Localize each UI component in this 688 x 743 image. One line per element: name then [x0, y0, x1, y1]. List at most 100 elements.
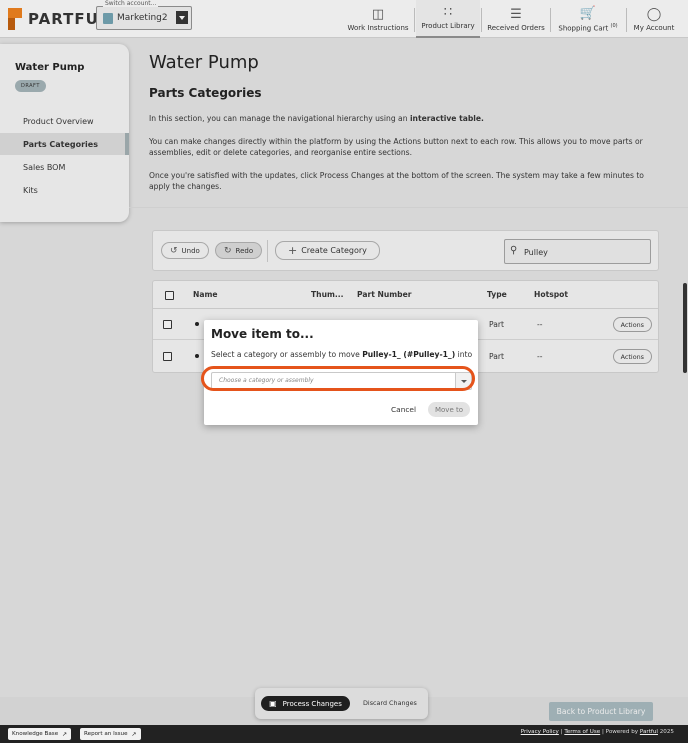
section-title: Parts Categories: [149, 86, 262, 100]
dialog-title: Move item to...: [211, 327, 314, 341]
brand-logo[interactable]: PARTFUL: [8, 7, 109, 30]
search-box[interactable]: ⚲: [504, 239, 651, 264]
discard-changes-button[interactable]: Discard Changes: [363, 699, 417, 707]
nav-received-orders[interactable]: ☰ Received Orders: [483, 0, 549, 38]
column-header-hotspot[interactable]: Hotspot: [534, 290, 568, 299]
monitor-icon: ◫: [371, 7, 385, 22]
terms-link[interactable]: Terms of Use: [564, 729, 600, 735]
search-input[interactable]: [524, 245, 644, 259]
row-type: Part: [489, 352, 504, 361]
nav-divider: [550, 8, 551, 32]
move-to-button[interactable]: Move to: [428, 402, 470, 417]
nav-shopping-cart[interactable]: 🛒 Shopping Cart (0): [552, 0, 624, 38]
user-icon: ◯: [646, 7, 662, 22]
intro-paragraph: In this section, you can manage the navi…: [149, 113, 649, 124]
sidebar-item-sales-bom[interactable]: Sales BOM: [23, 163, 65, 172]
row-actions-button[interactable]: Actions: [612, 349, 652, 364]
save-icon: ▣: [269, 699, 277, 708]
scrollbar-thumb[interactable]: [683, 283, 687, 373]
nav-product-library[interactable]: ∷ Product Library: [416, 0, 480, 38]
instructions-paragraph: You can make changes directly within the…: [149, 137, 643, 157]
sidebar-item-product-overview[interactable]: Product Overview: [23, 117, 94, 126]
footer: Knowledge Base ↗ Report an Issue ↗ Priva…: [0, 725, 688, 743]
nav-divider: [414, 8, 415, 32]
row-type: Part: [489, 320, 504, 329]
sidebar: Water Pump DRAFT Product Overview Parts …: [0, 44, 129, 222]
table-header: Name Thum... Part Number Type Hotspot: [153, 281, 658, 309]
undo-button[interactable]: ↺ Undo: [161, 242, 209, 259]
sidebar-item-parts-categories[interactable]: Parts Categories: [23, 140, 98, 149]
dialog-text-end: into: [455, 350, 473, 359]
process-changes-button[interactable]: ▣ Process Changes: [261, 696, 350, 711]
back-to-library-button[interactable]: Back to Product Library: [549, 702, 653, 721]
account-name: Marketing2: [117, 13, 168, 23]
product-title: Water Pump: [15, 62, 85, 73]
cart-count: (0): [610, 22, 618, 29]
nav-label: Product Library: [421, 22, 475, 30]
column-header-thumbnail[interactable]: Thum...: [311, 290, 344, 299]
external-link-icon: ↗: [62, 730, 68, 738]
intro-text: In this section, you can manage the navi…: [149, 114, 410, 123]
redo-button[interactable]: ↻ Redo: [215, 242, 263, 259]
report-issue-label: Report an Issue: [84, 731, 128, 737]
process-changes-label: Process Changes: [282, 699, 342, 708]
row-bullet: [195, 322, 199, 326]
knowledge-base-label: Knowledge Base: [12, 731, 59, 737]
nav-divider: [481, 8, 482, 32]
knowledge-base-link[interactable]: Knowledge Base ↗: [8, 728, 72, 740]
move-item-dialog: Move item to... Select a category or ass…: [201, 320, 478, 425]
page-title: Water Pump: [149, 52, 259, 73]
chevron-down-icon[interactable]: [176, 11, 188, 24]
powered-by-text: Powered by: [605, 729, 639, 735]
account-switcher[interactable]: Switch account... Marketing2: [96, 0, 192, 30]
nav-work-instructions[interactable]: ◫ Work Instructions: [344, 0, 412, 38]
create-category-button[interactable]: + Create Category: [275, 241, 380, 260]
row-actions-button[interactable]: Actions: [612, 317, 652, 332]
process-paragraph: Once you're satisfied with the updates, …: [149, 171, 644, 191]
plus-icon: +: [288, 244, 298, 257]
nav-my-account[interactable]: ◯ My Account: [628, 0, 680, 38]
dialog-description: Select a category or assembly to move Pu…: [211, 350, 472, 359]
table-toolbar: ↺ Undo ↻ Redo + Create Category ⚲: [152, 230, 659, 271]
undo-label: Undo: [181, 246, 200, 255]
dialog-text: Select a category or assembly to move: [211, 350, 363, 359]
sidebar-item-kits[interactable]: Kits: [23, 186, 38, 195]
grid-icon: ∷: [443, 5, 453, 20]
account-switcher-label: Switch account...: [103, 0, 159, 7]
redo-label: Redo: [235, 246, 254, 255]
select-all-checkbox[interactable]: [165, 291, 174, 300]
nav-divider: [626, 8, 627, 32]
row-checkbox[interactable]: [163, 352, 172, 361]
dialog-item-name: Pulley-1_ (#Pulley-1_): [362, 350, 456, 359]
nav-label: Shopping Cart: [558, 24, 609, 32]
privacy-policy-link[interactable]: Privacy Policy: [521, 729, 559, 735]
report-issue-link[interactable]: Report an Issue ↗: [80, 728, 141, 740]
column-header-type[interactable]: Type: [487, 290, 507, 299]
row-hotspot: --: [537, 320, 543, 329]
toolbar-divider: [267, 240, 268, 262]
logo-mark-icon: [8, 7, 22, 30]
row-bullet: [195, 354, 199, 358]
search-icon: ⚲: [510, 245, 518, 256]
column-header-name[interactable]: Name: [193, 290, 218, 299]
column-header-part-number[interactable]: Part Number: [357, 290, 412, 299]
row-checkbox[interactable]: [163, 320, 172, 329]
create-category-label: Create Category: [301, 246, 367, 255]
undo-icon: ↺: [170, 245, 178, 256]
intro-emphasis: interactive table.: [409, 114, 484, 123]
nav-label: My Account: [633, 24, 675, 32]
cancel-button[interactable]: Cancel: [391, 405, 416, 414]
account-avatar-icon: [103, 13, 113, 24]
status-badge: DRAFT: [15, 80, 46, 92]
sidebar-active-indicator: [125, 133, 129, 155]
nav-label: Received Orders: [487, 24, 545, 32]
nav-label-wrap: Shopping Cart (0): [558, 23, 617, 32]
nav-label: Work Instructions: [347, 24, 409, 32]
content-divider: [129, 207, 688, 208]
partful-link[interactable]: Partful: [640, 729, 658, 735]
changes-pill: ▣ Process Changes Discard Changes: [255, 688, 428, 719]
row-hotspot: --: [537, 352, 543, 361]
external-link-icon: ↗: [131, 730, 137, 738]
redo-icon: ↻: [224, 245, 232, 256]
footer-year: 2025: [659, 729, 674, 735]
